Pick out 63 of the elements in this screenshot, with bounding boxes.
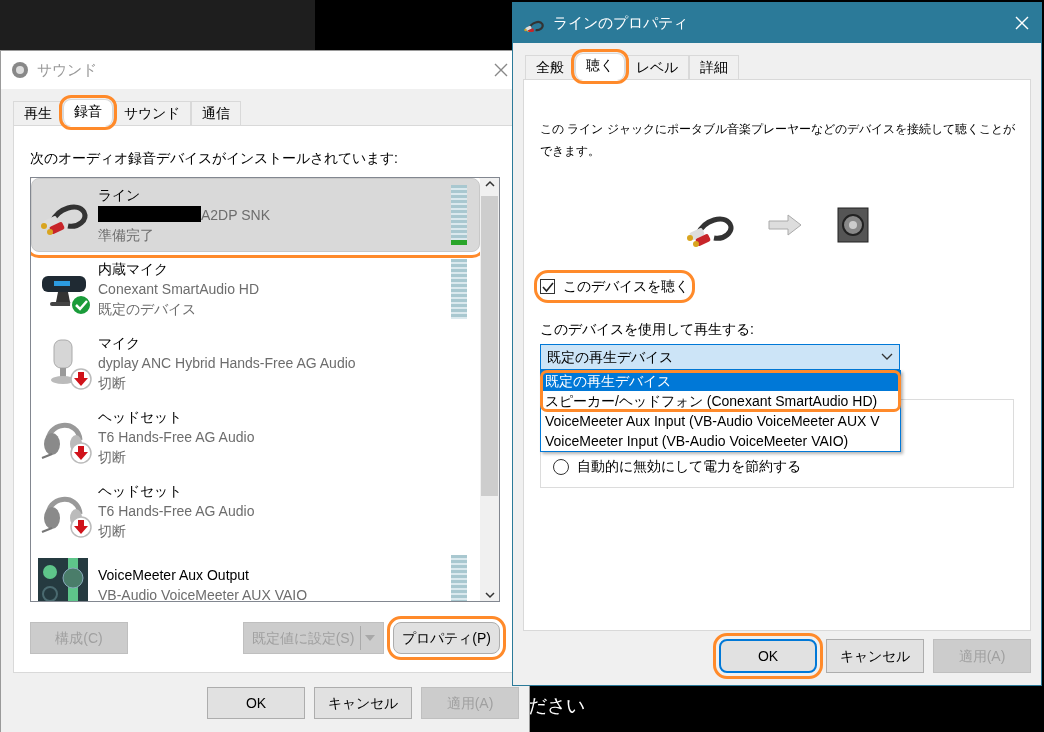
tab[interactable]: サウンド [113, 101, 191, 125]
device-item[interactable]: ヘッドセット T6 Hands-Free AG Audio 切断 [31, 400, 480, 474]
radio-label: 自動的に無効にして電力を節約する [577, 457, 801, 476]
field-label: このデバイスを使用して再生する: [540, 320, 755, 339]
device-status: 既定のデバイス [98, 300, 197, 319]
device-item[interactable]: 内蔵マイク Conexant SmartAudio HD 既定のデバイス [31, 252, 480, 326]
arrow-icon [768, 214, 802, 236]
cable-icon [41, 204, 88, 235]
tab[interactable]: 全般 [525, 55, 575, 79]
device-status: 切断 [98, 448, 127, 467]
check-icon [541, 280, 554, 293]
dropdown-option[interactable]: VoiceMeeter Input (VB-Audio VoiceMeeter VAIO) [541, 431, 900, 451]
button[interactable]: キャンセル [314, 687, 412, 719]
device-name: マイク [98, 334, 141, 353]
device-name: VoiceMeeter Aux Output [98, 566, 250, 585]
radio-circle[interactable] [553, 458, 569, 475]
tab[interactable]: 再生 [13, 101, 63, 125]
device-description: A2DP SNK [201, 207, 270, 223]
background-text: ださい [528, 694, 585, 718]
caret-icon [365, 634, 376, 642]
checkbox-box[interactable] [540, 279, 555, 294]
dropdown[interactable]: 既定の再生デバイス [540, 344, 900, 370]
device-description: VB-Audio VoiceMeeter AUX VAIO [98, 587, 308, 601]
speaker-icon [11, 61, 29, 79]
device-name: ヘッドセット [98, 482, 183, 501]
mixer-icon [38, 558, 88, 601]
instruction-text: 次のオーディオ録音デバイスがインストールされています: [30, 149, 399, 168]
tab[interactable]: レベル [625, 55, 689, 79]
scrollbar[interactable] [480, 178, 499, 601]
device-description: dyplay ANC Hybrid Hands-Free AG Audio [98, 355, 356, 371]
device-description: Conexant SmartAudio HD [98, 281, 260, 297]
microphone-icon [51, 339, 75, 384]
speaker-icon [836, 206, 870, 244]
scroll-down-icon [483, 589, 496, 601]
description-text: この ライン ジャックにポータブル音楽プレーヤーなどのデバイスを接続して聴くことができます。 [540, 121, 1016, 160]
checkbox-label: このデバイスを聴く [563, 277, 689, 296]
dropdown-value: 既定の再生デバイス [547, 347, 673, 367]
device-item[interactable]: ヘッドセット T6 Hands-Free AG Audio 切断 [31, 474, 480, 548]
tab[interactable]: 詳細 [689, 55, 739, 79]
window-title: サウンド [37, 59, 97, 80]
button[interactable]: OK [207, 687, 305, 719]
device-description: T6 Hands-Free AG Audio [98, 503, 255, 519]
device-name: 内蔵マイク [98, 260, 169, 279]
radio-button[interactable]: 自動的に無効にして電力を節約する [553, 456, 801, 477]
caret-icon [881, 353, 893, 361]
device-status: 準備完了 [98, 226, 155, 245]
scroll-thumb[interactable] [481, 196, 498, 496]
dropdown-option[interactable]: スピーカー/ヘッドフォン (Conexant SmartAudio HD) [541, 391, 900, 411]
window-title: ラインのプロパティ [553, 12, 688, 33]
close-icon [493, 62, 509, 78]
button[interactable]: キャンセル [826, 639, 924, 673]
checkbox[interactable]: このデバイスを聴く [540, 276, 689, 297]
dropdown-option[interactable]: 既定の再生デバイス [541, 371, 900, 391]
device-name: ヘッドセット [98, 408, 183, 427]
device-description: T6 Hands-Free AG Audio [98, 429, 255, 445]
device-status: 切断 [98, 522, 127, 541]
device-item[interactable]: VoiceMeeter Aux Output VB-Audio VoiceMeeter AUX VAIO [31, 548, 480, 601]
dropdown-option[interactable]: VoiceMeeter Aux Input (VB-Audio VoiceMeeter AUX V [541, 411, 900, 431]
tab[interactable]: 通信 [191, 101, 241, 125]
close-icon [1014, 15, 1030, 31]
device-item[interactable]: マイク dyplay ANC Hybrid Hands-Free AG Audio 切断 [31, 326, 480, 400]
device-name: ライン [98, 186, 141, 205]
device-status: 切断 [98, 374, 127, 393]
